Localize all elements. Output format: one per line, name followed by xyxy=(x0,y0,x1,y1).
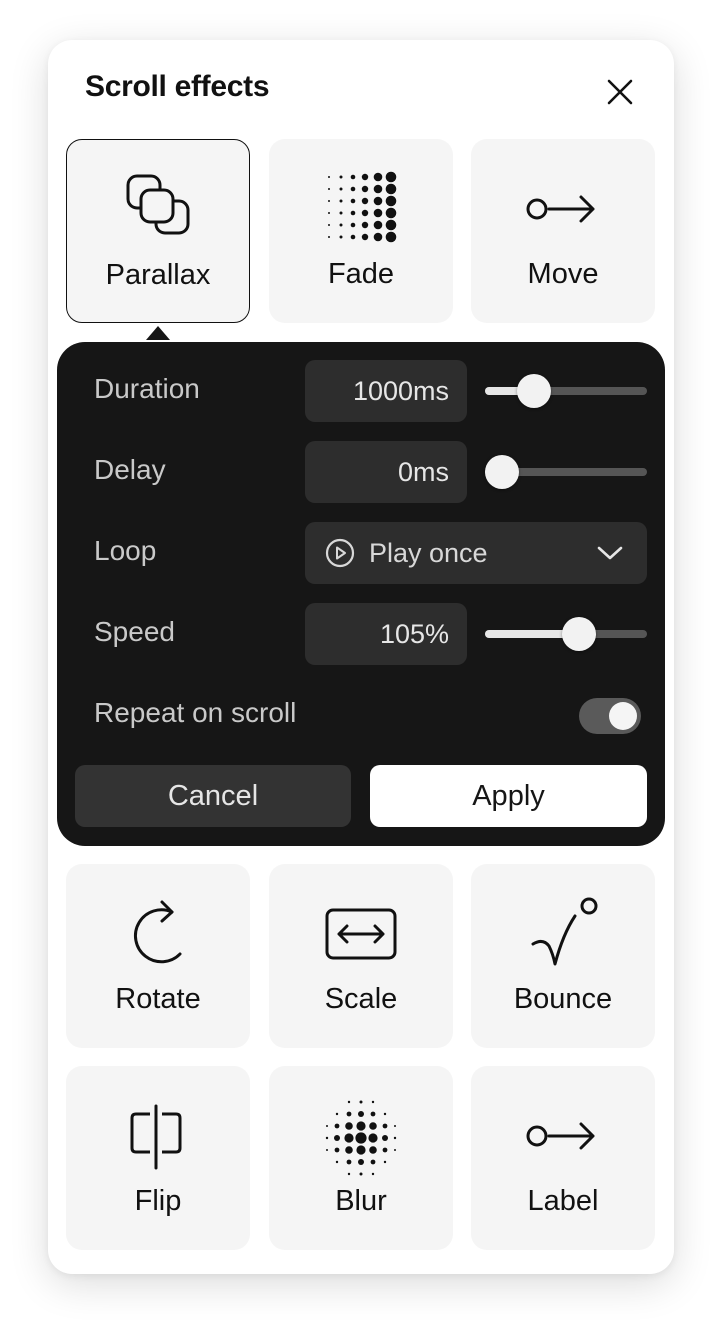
rotate-icon xyxy=(134,900,182,964)
effect-tile-flip[interactable]: Flip xyxy=(66,1066,250,1250)
effect-tile-bounce[interactable]: Bounce xyxy=(471,864,655,1048)
fade-dots-icon xyxy=(328,171,397,243)
slider-thumb[interactable] xyxy=(517,374,551,408)
speed-label: Speed xyxy=(94,616,175,647)
duration-slider[interactable] xyxy=(485,374,647,408)
effect-label: Scale xyxy=(324,983,398,1015)
delay-slider[interactable] xyxy=(485,455,647,489)
play-circle-icon xyxy=(325,538,355,568)
repeat-on-scroll-label: Repeat on scroll xyxy=(94,697,297,728)
loop-select[interactable]: Play once xyxy=(305,522,647,584)
cancel-button[interactable]: Cancel xyxy=(75,765,351,827)
effect-tile-blur[interactable]: Blur xyxy=(269,1066,453,1250)
repeat-on-scroll-toggle[interactable] xyxy=(579,698,641,734)
loop-select-value: Play once xyxy=(369,538,488,568)
effect-tile-label[interactable]: Label xyxy=(471,1066,655,1250)
panel-title: Scroll effects xyxy=(85,70,270,103)
effect-tile-rotate[interactable]: Rotate xyxy=(66,864,250,1048)
effect-tile-parallax[interactable]: Parallax xyxy=(66,139,250,323)
parallax-icon xyxy=(126,174,190,235)
flip-icon xyxy=(130,1104,182,1170)
effect-label: Blur xyxy=(335,1185,387,1217)
effect-tile-fade[interactable]: Fade xyxy=(269,139,453,323)
slider-thumb[interactable] xyxy=(561,617,596,651)
close-button[interactable] xyxy=(602,74,638,110)
scroll-effects-panel: Scroll effects Parallax Fade Move Durati… xyxy=(48,40,674,1274)
effect-label: Move xyxy=(527,258,599,290)
bounce-icon xyxy=(531,897,598,966)
effect-label: Label xyxy=(527,1185,599,1217)
effect-tile-move[interactable]: Move xyxy=(471,139,655,323)
scale-icon xyxy=(325,908,397,960)
popover-caret xyxy=(146,326,170,340)
loop-label: Loop xyxy=(94,535,157,566)
effect-tile-scale[interactable]: Scale xyxy=(269,864,453,1048)
label-arrow-icon xyxy=(526,1122,595,1150)
close-icon xyxy=(607,79,633,105)
effect-label: Fade xyxy=(327,258,395,290)
slider-thumb[interactable] xyxy=(485,455,519,489)
blur-dots-icon xyxy=(325,1100,397,1176)
speed-input[interactable]: 105% xyxy=(305,603,467,665)
effect-label: Bounce xyxy=(513,983,613,1015)
effect-label: Parallax xyxy=(105,259,211,291)
move-arrow-icon xyxy=(526,195,595,223)
toggle-knob xyxy=(609,702,637,730)
settings-popover: Duration 1000ms Delay 0ms Loop Play once… xyxy=(57,342,665,846)
effect-label: Rotate xyxy=(115,983,201,1015)
delay-input[interactable]: 0ms xyxy=(305,441,467,503)
effect-label: Flip xyxy=(134,1185,182,1217)
speed-slider[interactable] xyxy=(485,617,647,651)
duration-label: Duration xyxy=(94,373,200,404)
chevron-down-icon xyxy=(597,546,623,560)
apply-button[interactable]: Apply xyxy=(370,765,647,827)
delay-label: Delay xyxy=(94,454,166,485)
duration-input[interactable]: 1000ms xyxy=(305,360,467,422)
